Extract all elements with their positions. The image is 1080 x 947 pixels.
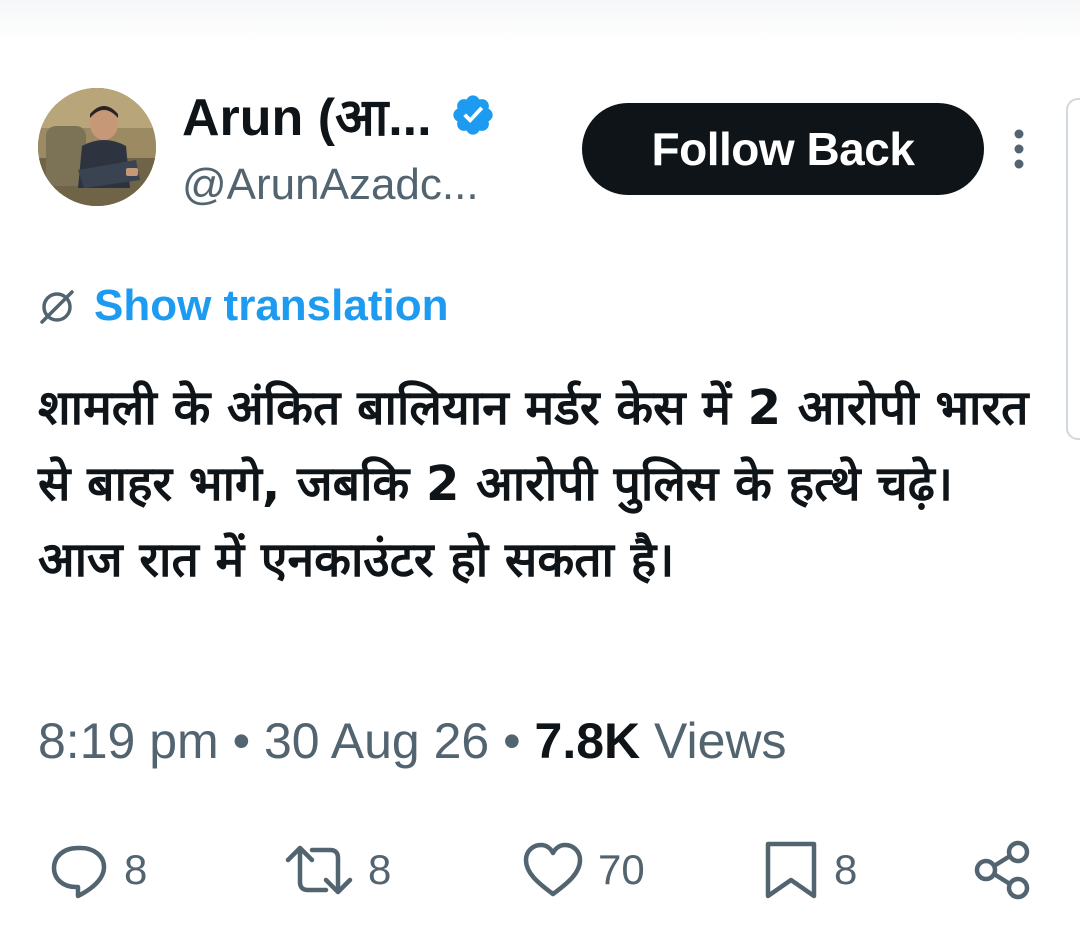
avatar-photo: [38, 88, 156, 206]
tweet-time[interactable]: 8:19 pm: [38, 713, 219, 769]
share-button[interactable]: [972, 840, 1036, 900]
verified-badge-icon: [450, 92, 496, 138]
views-count[interactable]: 7.8K: [535, 713, 655, 769]
bookmark-count: 8: [834, 846, 858, 893]
reply-count: 8: [124, 846, 148, 893]
top-edge-shade: [0, 0, 1080, 44]
bookmark-icon: [760, 838, 822, 902]
author-display-name[interactable]: Arun (आ...: [182, 80, 432, 151]
globe-icon: [36, 284, 80, 328]
tweet-date[interactable]: 30 Aug 26: [264, 713, 489, 769]
like-count: 70: [598, 846, 645, 893]
show-translation-link[interactable]: Show translation: [94, 281, 448, 331]
reply-button[interactable]: 8: [48, 840, 147, 900]
share-icon: [972, 838, 1036, 902]
follow-back-button[interactable]: Follow Back: [582, 103, 984, 195]
retweet-button[interactable]: 8: [282, 840, 391, 900]
tweet-action-bar: 8 8 70 8: [0, 830, 1080, 910]
bookmark-button[interactable]: 8: [760, 840, 857, 900]
retweet-icon: [282, 840, 356, 900]
more-vertical-icon[interactable]: [1004, 126, 1034, 172]
retweet-count: 8: [368, 846, 392, 893]
tweet-text: शामली के अंकित बालियान मर्डर केस में 2 आ…: [38, 380, 1029, 588]
meta-separator: •: [232, 713, 264, 769]
scrollbar[interactable]: [1066, 98, 1080, 440]
author-handle[interactable]: @ArunAzadc...: [182, 160, 479, 210]
like-button[interactable]: 70: [520, 840, 645, 900]
tweet-detail-page: Arun (आ... @ArunAzadc... Follow Back Sho…: [0, 0, 1080, 947]
reply-icon: [48, 840, 112, 900]
author-name-row[interactable]: Arun (आ...: [182, 80, 496, 150]
show-translation-row[interactable]: Show translation: [36, 278, 448, 334]
heart-icon: [520, 840, 586, 900]
avatar[interactable]: [38, 88, 156, 206]
meta-separator: •: [503, 713, 535, 769]
tweet-meta: 8:19 pm • 30 Aug 26 • 7.8K Views: [38, 712, 787, 770]
views-label[interactable]: Views: [654, 713, 786, 769]
